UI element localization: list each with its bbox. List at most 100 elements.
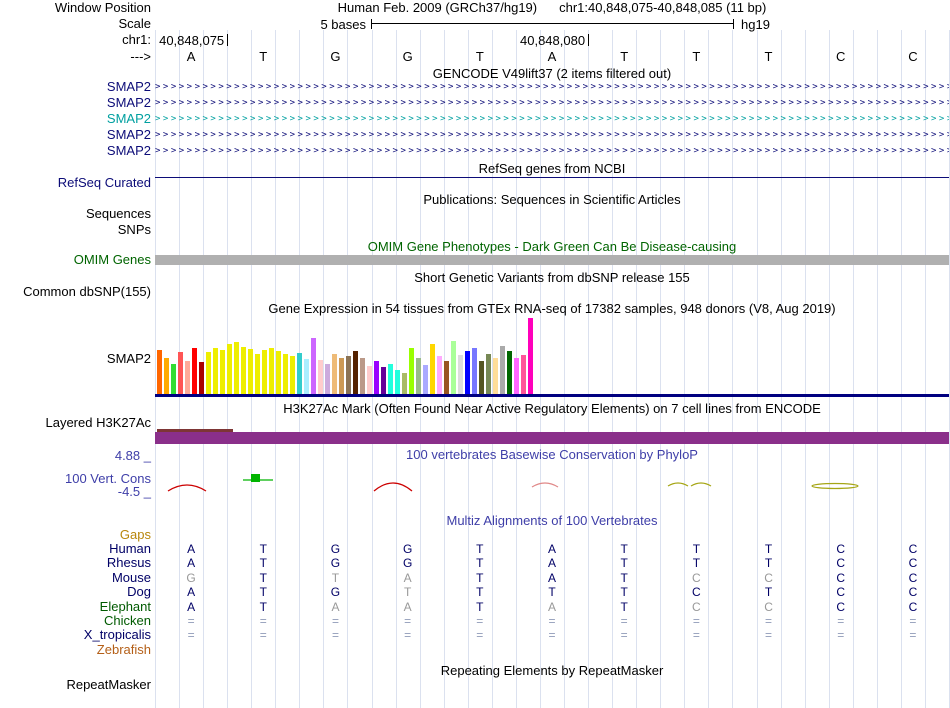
gtex-tissue-bar[interactable]	[514, 358, 519, 394]
dbsnp-title[interactable]: Short Genetic Variants from dbSNP releas…	[155, 271, 949, 285]
gtex-tissue-bar[interactable]	[325, 364, 330, 394]
gtex-tissue-bar[interactable]	[507, 351, 512, 394]
gtex-tissue-bar[interactable]	[157, 350, 162, 394]
gtex-tissue-bar[interactable]	[199, 362, 204, 394]
gene-arrow-line[interactable]: >>>>>>>>>>>>>>>>>>>>>>>>>>>>>>>>>>>>>>>>…	[155, 95, 949, 111]
gtex-tissue-bar[interactable]	[220, 350, 225, 394]
omim-genes-label[interactable]: OMIM Genes	[0, 253, 151, 267]
multiz-title[interactable]: Multiz Alignments of 100 Vertebrates	[155, 514, 949, 528]
gtex-tissue-bar[interactable]	[381, 367, 386, 394]
gtex-tissue-bar[interactable]	[451, 341, 456, 394]
h3k27ac-title[interactable]: H3K27Ac Mark (Often Found Near Active Re…	[155, 402, 949, 416]
gtex-tissue-bar[interactable]	[444, 361, 449, 394]
gtex-tissue-bar[interactable]	[206, 352, 211, 394]
gtex-tissue-bar[interactable]	[388, 364, 393, 394]
gtex-tissue-bar[interactable]	[486, 354, 491, 394]
gene-label[interactable]: SMAP2	[0, 128, 151, 142]
gtex-tissue-bar[interactable]	[248, 349, 253, 394]
gene-arrow-line[interactable]: >>>>>>>>>>>>>>>>>>>>>>>>>>>>>>>>>>>>>>>>…	[155, 127, 949, 143]
gtex-tissue-bar[interactable]	[283, 354, 288, 394]
gtex-tissue-bar[interactable]	[437, 356, 442, 394]
publications-title[interactable]: Publications: Sequences in Scientific Ar…	[155, 193, 949, 207]
gtex-tissue-bar[interactable]	[430, 344, 435, 394]
aligned-base: C	[908, 585, 918, 600]
gtex-tissue-bar[interactable]	[409, 348, 414, 394]
gtex-tissue-bar[interactable]	[213, 348, 218, 394]
gtex-tissue-bar[interactable]	[402, 373, 407, 394]
species-label[interactable]: Elephant	[0, 599, 151, 614]
gaps-label[interactable]: Gaps	[0, 528, 151, 542]
gtex-tissue-bar[interactable]	[297, 353, 302, 394]
gtex-tissue-bar[interactable]	[493, 358, 498, 394]
gtex-tissue-bar[interactable]	[353, 351, 358, 394]
gene-label[interactable]: SMAP2	[0, 96, 151, 110]
gtex-tissue-bar[interactable]	[304, 359, 309, 394]
gene-arrow-line[interactable]: >>>>>>>>>>>>>>>>>>>>>>>>>>>>>>>>>>>>>>>>…	[155, 143, 949, 159]
phylop-title[interactable]: 100 vertebrates Basewise Conservation by…	[155, 448, 949, 462]
gene-arrow-line[interactable]: >>>>>>>>>>>>>>>>>>>>>>>>>>>>>>>>>>>>>>>>…	[155, 111, 949, 127]
species-label[interactable]: Human	[0, 542, 151, 556]
aligned-base: =	[404, 628, 412, 643]
repeatmasker-label[interactable]: RepeatMasker	[0, 678, 151, 692]
species-label[interactable]: Rhesus	[0, 556, 151, 570]
phylop-track[interactable]	[155, 463, 949, 503]
gtex-tissue-bar[interactable]	[276, 351, 281, 394]
h3k27ac-label[interactable]: Layered H3K27Ac	[0, 416, 151, 430]
gtex-tissue-bar[interactable]	[318, 360, 323, 394]
species-label[interactable]: X_tropicalis	[0, 628, 151, 642]
gene-arrow-line[interactable]: >>>>>>>>>>>>>>>>>>>>>>>>>>>>>>>>>>>>>>>>…	[155, 79, 949, 95]
gtex-tissue-bar[interactable]	[479, 361, 484, 394]
refseq-title[interactable]: RefSeq genes from NCBI	[155, 162, 949, 176]
gtex-tissue-bar[interactable]	[255, 354, 260, 394]
gtex-tissue-bar[interactable]	[416, 358, 421, 394]
sequences-label[interactable]: Sequences	[0, 207, 151, 221]
base-letter: G	[402, 49, 413, 64]
gtex-tissue-bar[interactable]	[360, 358, 365, 394]
gtex-tissue-bar[interactable]	[234, 342, 239, 394]
gtex-tissue-bar[interactable]	[262, 350, 267, 394]
gtex-tissue-bar[interactable]	[241, 347, 246, 394]
gtex-tissue-bar[interactable]	[339, 358, 344, 394]
gtex-tissue-bar[interactable]	[185, 361, 190, 394]
aligned-base: C	[764, 599, 773, 614]
omim-title[interactable]: OMIM Gene Phenotypes - Dark Green Can Be…	[155, 240, 949, 254]
omim-genes-bar[interactable]	[155, 255, 949, 265]
gtex-tissue-bar[interactable]	[164, 358, 169, 394]
gtex-tissue-bar[interactable]	[290, 356, 295, 394]
h3k27ac-signal-bar[interactable]	[155, 432, 949, 444]
gtex-tissue-bar[interactable]	[395, 370, 400, 394]
gtex-tissue-bar[interactable]	[311, 338, 316, 394]
gene-label[interactable]: SMAP2	[0, 144, 151, 158]
gtex-tissue-bar[interactable]	[346, 356, 351, 394]
refseq-gene-line[interactable]	[155, 177, 949, 178]
gtex-tissue-bar[interactable]	[178, 352, 183, 394]
gene-label[interactable]: SMAP2	[0, 80, 151, 94]
gtex-bar-chart[interactable]	[157, 316, 533, 394]
gtex-tissue-bar[interactable]	[332, 354, 337, 394]
dbsnp-label[interactable]: Common dbSNP(155)	[0, 285, 151, 299]
gtex-tissue-bar[interactable]	[227, 344, 232, 394]
aligned-base: A	[547, 556, 557, 571]
refseq-curated-label[interactable]: RefSeq Curated	[0, 176, 151, 190]
gtex-tissue-bar[interactable]	[521, 355, 526, 394]
species-label[interactable]: Mouse	[0, 570, 151, 585]
gene-label[interactable]: SMAP2	[0, 112, 151, 126]
gtex-tissue-bar[interactable]	[171, 364, 176, 394]
species-label[interactable]: Zebrafish	[0, 642, 151, 657]
repeatmasker-title[interactable]: Repeating Elements by RepeatMasker	[155, 664, 949, 678]
gtex-tissue-bar[interactable]	[465, 351, 470, 394]
gtex-tissue-bar[interactable]	[500, 346, 505, 394]
gtex-title[interactable]: Gene Expression in 54 tissues from GTEx …	[155, 302, 949, 316]
gtex-tissue-bar[interactable]	[192, 348, 197, 394]
gtex-gene-label[interactable]: SMAP2	[0, 352, 151, 366]
gtex-tissue-bar[interactable]	[458, 355, 463, 394]
gtex-tissue-bar[interactable]	[374, 361, 379, 394]
species-label[interactable]: Chicken	[0, 614, 151, 628]
gtex-tissue-bar[interactable]	[528, 318, 533, 394]
gtex-tissue-bar[interactable]	[423, 365, 428, 394]
gtex-tissue-bar[interactable]	[269, 348, 274, 394]
gtex-tissue-bar[interactable]	[472, 348, 477, 394]
gtex-tissue-bar[interactable]	[367, 366, 372, 394]
species-label[interactable]: Dog	[0, 585, 151, 599]
snps-label[interactable]: SNPs	[0, 223, 151, 237]
